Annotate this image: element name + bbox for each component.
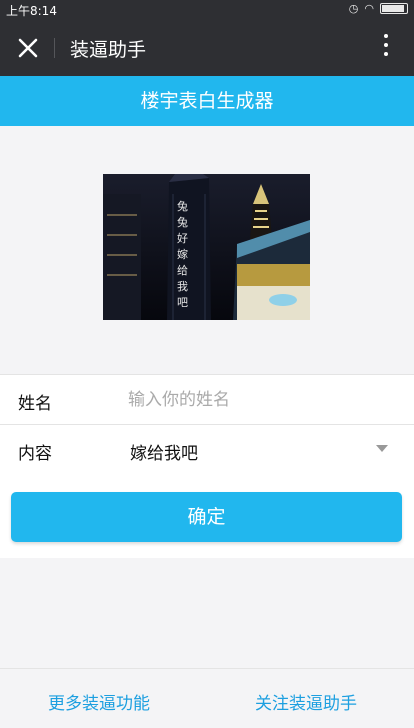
button-area: 确定 (0, 474, 414, 558)
app-title: 楼宇表白生成器 (0, 76, 414, 126)
preview-overlay-text-1: 兔 (177, 199, 188, 213)
dropdown-caret-icon[interactable] (376, 445, 388, 452)
close-icon[interactable] (12, 32, 44, 64)
svg-text:好: 好 (177, 231, 188, 245)
svg-text:给: 给 (177, 264, 188, 277)
wifi-icon: ◠ (364, 2, 374, 15)
name-row: 姓名 (0, 375, 414, 425)
svg-text:兔: 兔 (177, 215, 188, 229)
top-bar: 装逼助手 (0, 20, 414, 76)
svg-text:嫁: 嫁 (177, 247, 188, 261)
content-row[interactable]: 内容 嫁给我吧 (0, 425, 414, 475)
preview-image: 兔 兔 好 嫁 给 我 吧 (103, 174, 310, 320)
follow-link[interactable]: 关注装逼助手 (255, 689, 357, 714)
alarm-icon: ◷ (348, 2, 359, 15)
battery-icon (380, 3, 408, 14)
content-select[interactable]: 嫁给我吧 (130, 439, 198, 464)
form: 姓名 内容 嫁给我吧 (0, 374, 414, 475)
status-time: 上午8:14 (6, 4, 57, 18)
name-input[interactable] (128, 385, 388, 415)
more-features-link[interactable]: 更多装逼功能 (48, 689, 150, 714)
topbar-title: 装逼助手 (70, 39, 147, 61)
content-label: 内容 (18, 444, 52, 464)
status-bar: 上午8:14 ◷ ◠ (0, 0, 414, 20)
status-icons: ◷ ◠ (349, 2, 408, 15)
footer: 更多装逼功能 关注装逼助手 (0, 668, 414, 728)
name-label: 姓名 (18, 394, 52, 414)
image-area: 兔 兔 好 嫁 给 我 吧 (0, 126, 414, 374)
svg-text:我: 我 (177, 280, 188, 293)
confirm-button[interactable]: 确定 (11, 492, 402, 542)
topbar-divider (54, 38, 55, 58)
more-vertical-icon[interactable] (380, 34, 392, 62)
svg-text:吧: 吧 (177, 296, 188, 309)
